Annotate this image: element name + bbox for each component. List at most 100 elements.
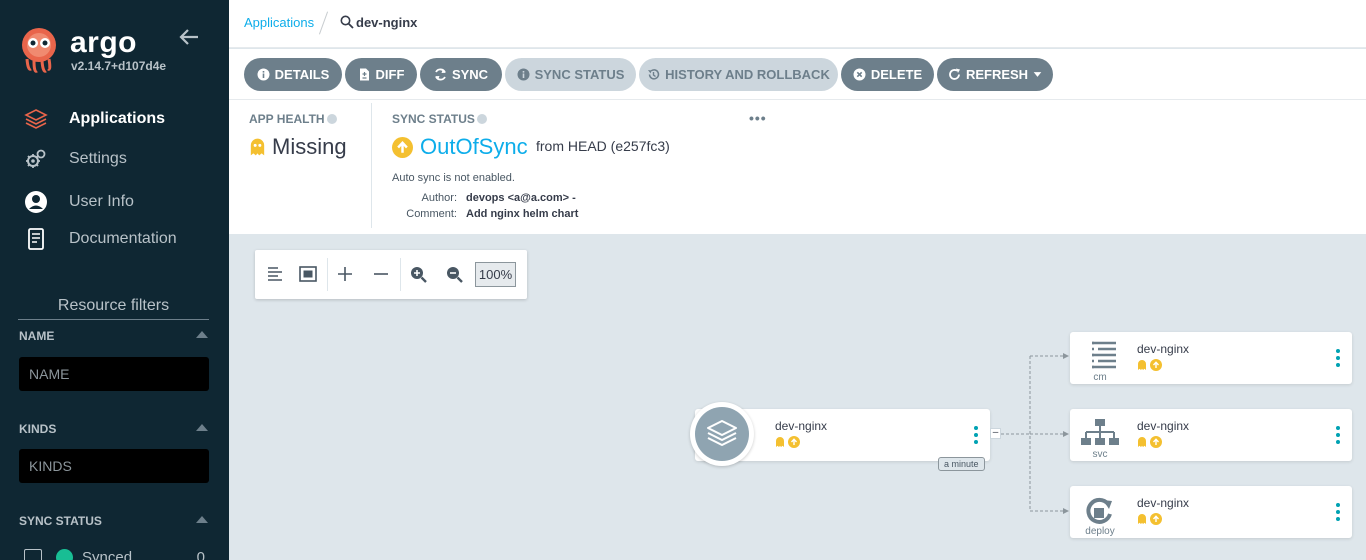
breadcrumb-applications-link[interactable]: Applications <box>244 15 314 30</box>
sync-status-button[interactable]: SYNC STATUS <box>505 58 636 91</box>
action-toolbar: DETAILS DIFF SYNC SYNC STATUS HISTORY AN… <box>229 49 1366 100</box>
app-node-name: dev-nginx <box>775 419 828 433</box>
graph-toolbar: 100% <box>255 250 527 299</box>
expand-icon[interactable] <box>333 262 357 286</box>
app-health-label: APP HEALTH <box>249 112 337 126</box>
diff-label: DIFF <box>375 67 405 82</box>
name-filter-collapse-icon[interactable] <box>196 331 208 338</box>
kebab-menu-icon[interactable] <box>1336 503 1340 521</box>
history-icon <box>648 69 660 80</box>
app-age-badge: a minute <box>938 457 985 471</box>
synced-label: Synced <box>82 549 133 560</box>
brand-name: argo <box>70 26 138 59</box>
synced-checkbox[interactable] <box>24 549 42 560</box>
fit-view-icon[interactable] <box>296 262 320 286</box>
nav-label: Settings <box>69 150 127 167</box>
resource-node-configmap[interactable]: cm dev-nginx <box>1070 332 1352 384</box>
resource-name: dev-nginx <box>1137 342 1190 356</box>
status-divider <box>371 103 372 228</box>
close-circle-icon <box>853 68 866 81</box>
name-filter-input[interactable] <box>19 357 209 391</box>
ghost-icon <box>1138 360 1146 370</box>
arrow-up-circle-icon <box>1150 513 1162 525</box>
history-and-rollback-button[interactable]: HISTORY AND ROLLBACK <box>639 58 838 91</box>
health-value: Missing <box>272 134 347 159</box>
deployment-icon <box>1086 497 1112 524</box>
caret-down-icon <box>1033 72 1042 77</box>
search-icon[interactable] <box>340 15 354 29</box>
nav-item-user-info[interactable]: User Info <box>0 186 229 218</box>
kebab-menu-icon[interactable] <box>1336 426 1340 444</box>
kebab-menu-icon[interactable] <box>1336 349 1340 367</box>
sync-button[interactable]: SYNC <box>420 58 502 91</box>
history-label: HISTORY AND ROLLBACK <box>665 67 830 82</box>
sidebar: argo v2.14.7+d107d4e Applications Settin… <box>0 0 229 560</box>
file-diff-icon <box>359 68 369 81</box>
help-icon[interactable] <box>476 114 487 124</box>
sync-status-filter-label: SYNC STATUS <box>19 514 102 528</box>
health-status: Missing <box>249 134 347 160</box>
ghost-icon <box>1138 514 1146 524</box>
sync-status-option-synced[interactable]: Synced 0 <box>24 547 209 560</box>
delete-button[interactable]: DELETE <box>841 58 934 91</box>
more-options-icon[interactable]: ••• <box>749 110 767 126</box>
sync-icon <box>435 68 446 81</box>
breadcrumb: Applications dev-nginx <box>229 0 1366 48</box>
sync-value-text: OutOfSync <box>420 134 528 159</box>
user-circle-icon <box>25 191 47 213</box>
zoom-out-icon[interactable] <box>442 262 466 286</box>
kinds-filter-label: KINDS <box>19 422 57 436</box>
resource-node-service[interactable]: svc dev-nginx <box>1070 409 1352 461</box>
info-icon <box>257 68 270 81</box>
resource-name: dev-nginx <box>1137 496 1190 510</box>
sync-status-filter-collapse-icon[interactable] <box>196 516 208 523</box>
version-label: v2.14.7+d107d4e <box>71 59 167 73</box>
sync-status-value[interactable]: OutOfSync <box>392 134 528 160</box>
check-circle-icon <box>56 549 73 560</box>
gears-icon <box>26 149 46 168</box>
refresh-icon <box>949 68 960 80</box>
zoom-level[interactable]: 100% <box>475 262 516 287</box>
refresh-button[interactable]: REFRESH <box>937 58 1053 91</box>
kinds-filter-input[interactable] <box>19 449 209 483</box>
status-panel: APP HEALTH Missing SYNC STATUS OutOfSync… <box>229 100 1366 235</box>
app-node-status <box>775 436 800 448</box>
list-view-icon[interactable] <box>263 262 287 286</box>
configmap-icon <box>1092 341 1116 369</box>
resource-kind: cm <box>1093 372 1107 383</box>
sync-revision: from HEAD (e257fc3) <box>536 138 670 154</box>
argo-logo <box>22 28 56 73</box>
breadcrumb-separator <box>318 11 329 35</box>
details-button[interactable]: DETAILS <box>244 58 342 91</box>
diff-button[interactable]: DIFF <box>345 58 417 91</box>
comment-value: Add nginx helm chart <box>466 208 579 220</box>
resource-kind: svc <box>1092 449 1108 460</box>
refresh-label: REFRESH <box>965 67 1029 82</box>
kinds-filter-collapse-icon[interactable] <box>196 424 208 431</box>
resource-name: dev-nginx <box>1137 419 1190 433</box>
nav-label: User Info <box>69 193 134 210</box>
ghost-icon <box>776 437 784 447</box>
app-health-label-text: APP HEALTH <box>249 112 325 126</box>
breadcrumb-current: dev-nginx <box>356 15 418 30</box>
ghost-icon <box>250 138 265 156</box>
resource-node-deployment[interactable]: deploy dev-nginx <box>1070 486 1352 538</box>
arrow-up-circle-icon <box>788 436 800 448</box>
collapse-sidebar-icon[interactable] <box>178 26 200 48</box>
nav-item-settings[interactable]: Settings <box>0 143 229 175</box>
nav-label: Applications <box>69 110 166 127</box>
arrow-up-circle-icon <box>1150 359 1162 371</box>
nav-item-applications[interactable]: Applications <box>0 103 229 135</box>
arrow-up-circle-icon <box>1150 436 1162 448</box>
name-filter-label: NAME <box>19 329 55 343</box>
comment-label: Comment: <box>406 208 457 220</box>
nav-item-documentation[interactable]: Documentation <box>0 223 229 255</box>
tool-divider <box>400 258 401 291</box>
sync-status-section-label: SYNC STATUS <box>392 112 487 126</box>
collapse-children-button[interactable]: – <box>990 428 1001 439</box>
collapse-icon[interactable] <box>369 262 393 286</box>
help-icon[interactable] <box>326 114 337 124</box>
zoom-in-icon[interactable] <box>406 262 430 286</box>
auto-sync-note: Auto sync is not enabled. <box>392 172 515 184</box>
kebab-menu-icon[interactable] <box>974 426 978 444</box>
